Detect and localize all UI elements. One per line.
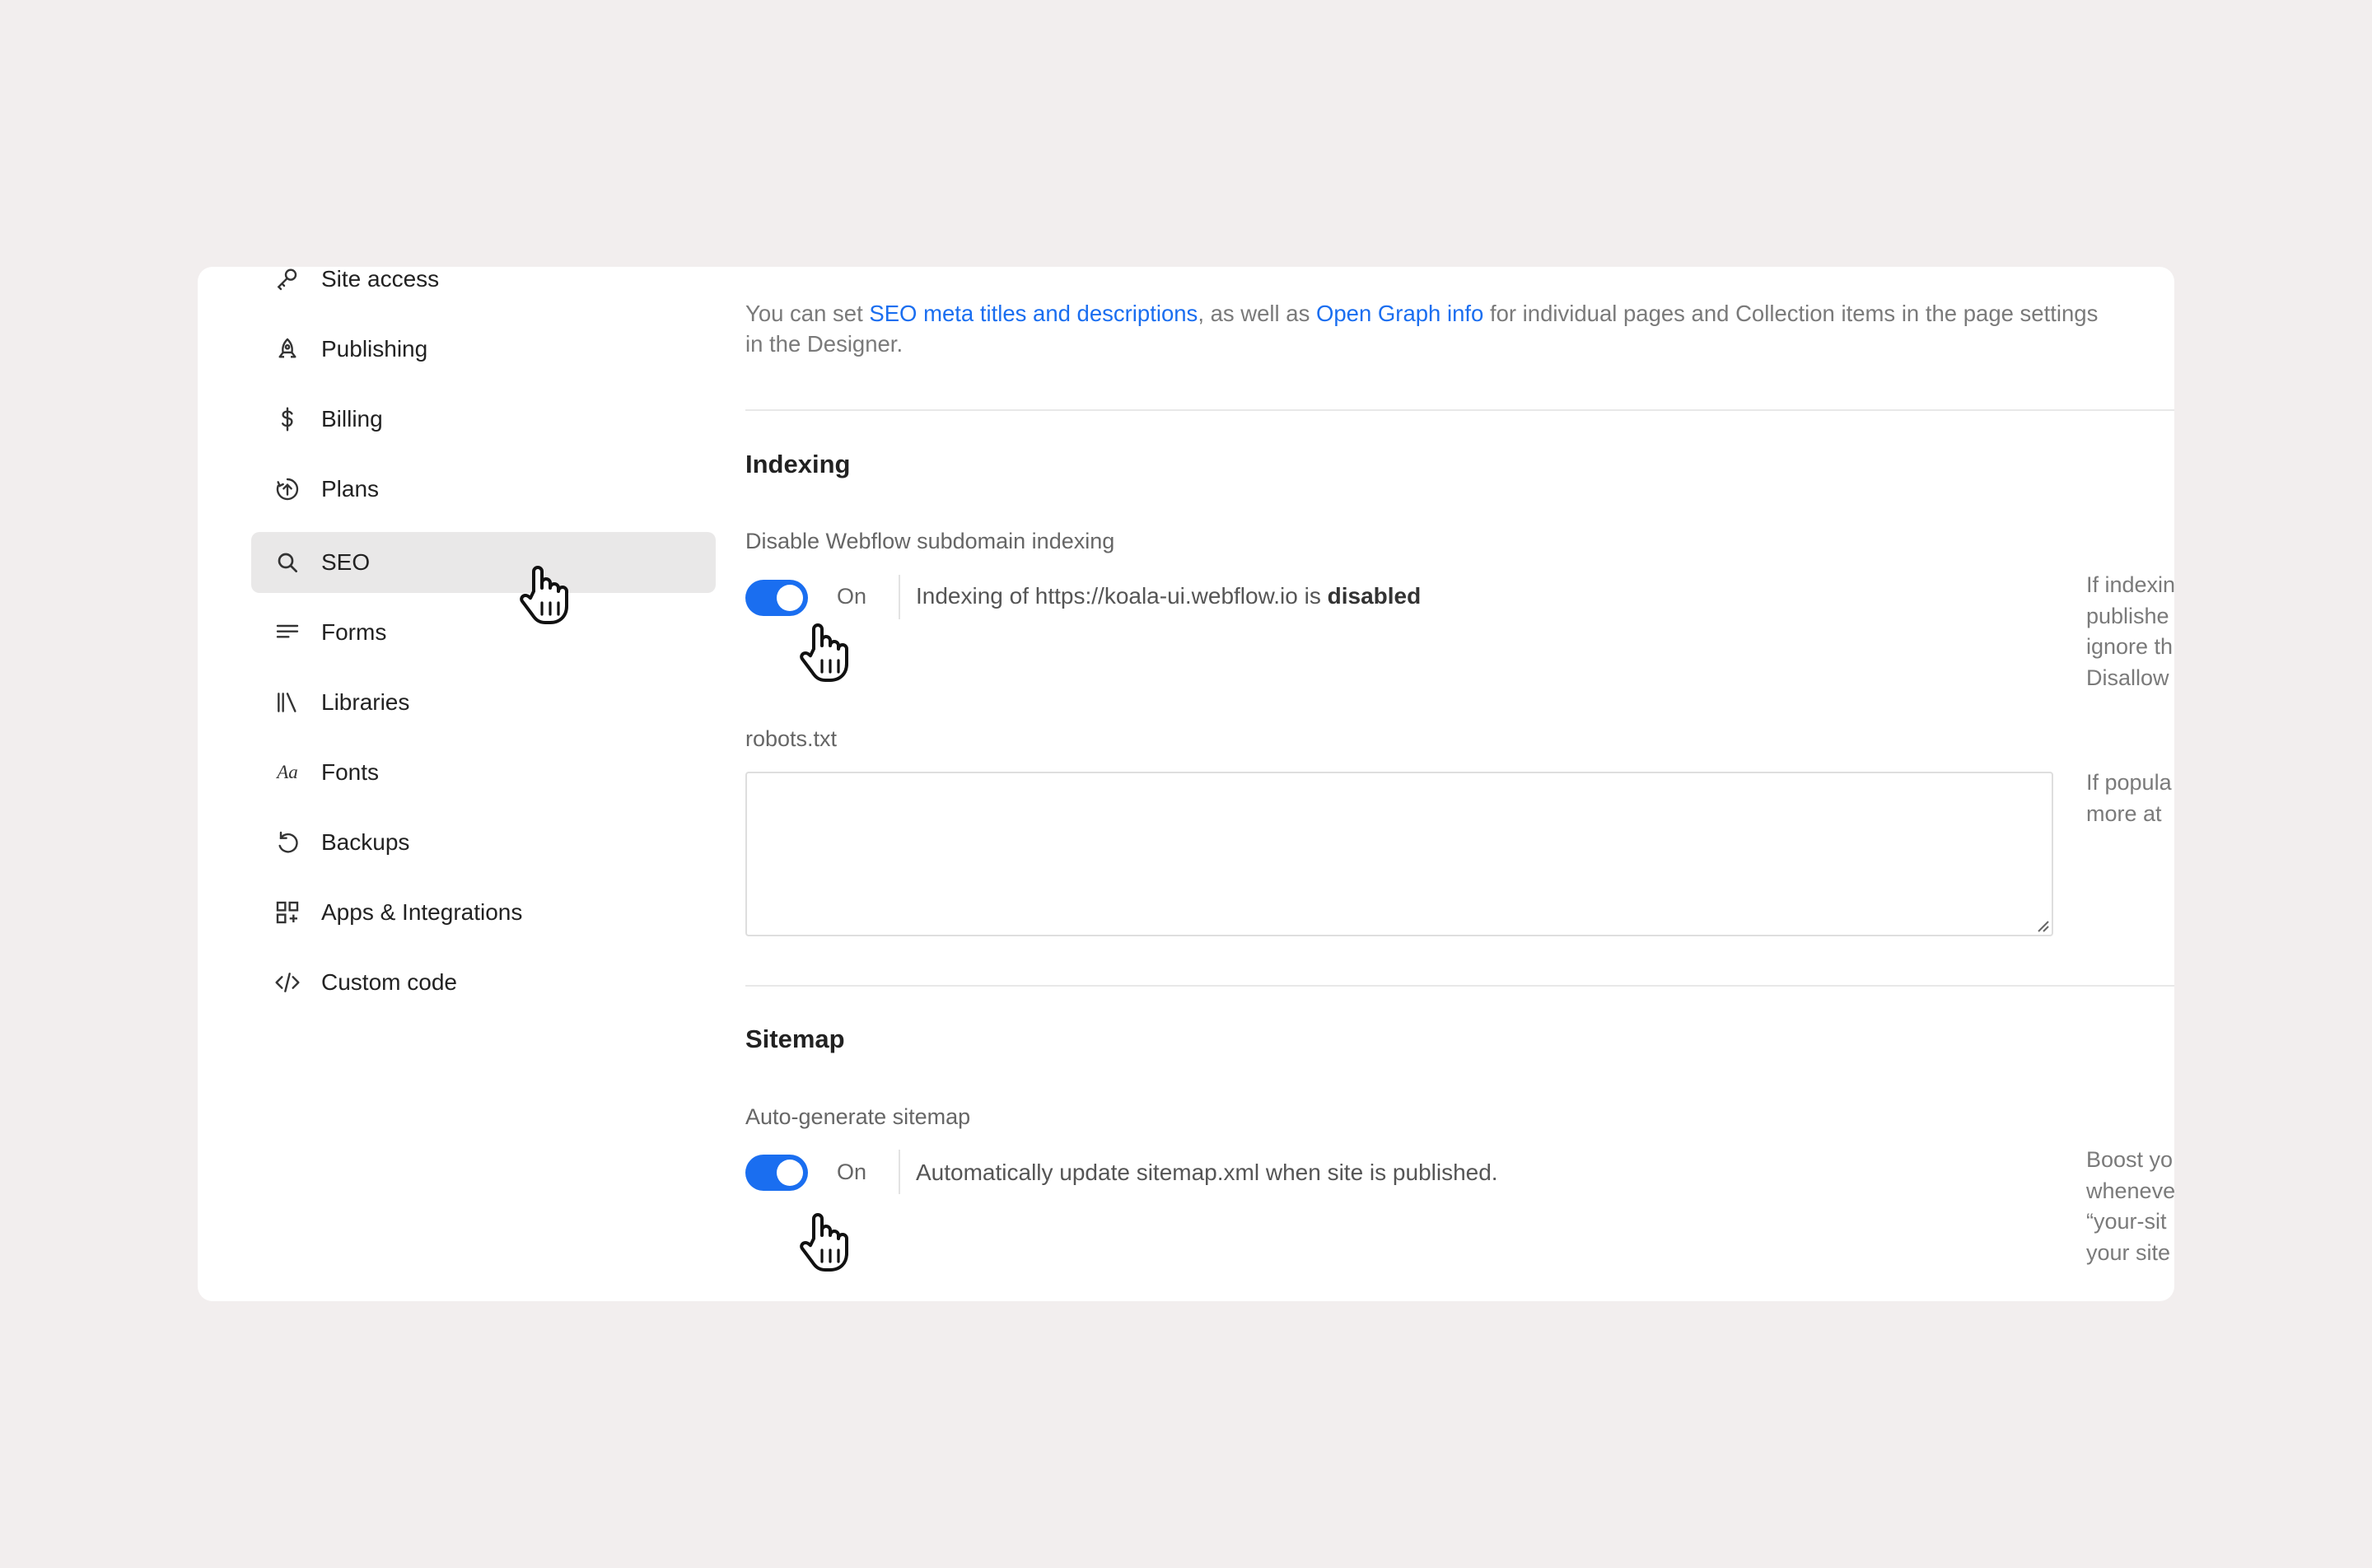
intro-text: You can set	[745, 301, 870, 326]
search-icon	[274, 549, 301, 576]
sidebar-item-label: Fonts	[321, 759, 380, 785]
sidebar-item-publishing[interactable]: Publishing	[251, 319, 716, 380]
fonts-icon-glyph: Aa	[277, 762, 298, 782]
indexing-status-prefix: Indexing of https://koala-ui.webflow.io …	[916, 583, 1328, 609]
indexing-status-value: disabled	[1327, 583, 1422, 609]
resize-grip-icon[interactable]	[2033, 917, 2050, 933]
toggle-separator	[899, 575, 900, 619]
sidebar-item-forms[interactable]: Forms	[251, 602, 716, 663]
sidebar-item-label: Apps & Integrations	[321, 899, 523, 925]
sidebar-item-apps-integrations[interactable]: Apps & Integrations	[251, 882, 716, 943]
sidebar-item-site-access[interactable]: Site access	[251, 267, 716, 310]
sitemap-description: Automatically update sitemap.xml when si…	[916, 1160, 1498, 1185]
seo-intro-text: You can set SEO meta titles and descript…	[745, 298, 2113, 359]
sidebar-item-billing[interactable]: Billing	[251, 389, 716, 450]
auto-sitemap-toggle[interactable]	[745, 1155, 808, 1191]
apps-icon	[274, 899, 301, 926]
hand-cursor-icon	[800, 623, 848, 682]
section-divider	[745, 409, 2174, 411]
sidebar-item-seo[interactable]: SEO	[251, 532, 716, 593]
sidebar-item-label: Forms	[321, 619, 387, 645]
sidebar-item-label: Billing	[321, 406, 383, 432]
sidebar-item-fonts[interactable]: Aa Fonts	[251, 742, 716, 803]
toggle-knob	[777, 585, 803, 611]
backup-icon	[274, 829, 301, 856]
section-divider	[745, 985, 2174, 987]
robots-txt-label: robots.txt	[745, 726, 838, 751]
sidebar-item-label: Publishing	[321, 336, 428, 362]
sidebar-item-label: Custom code	[321, 969, 457, 995]
seo-meta-link[interactable]: SEO meta titles and descriptions	[869, 301, 1198, 326]
sitemap-section-title: Sitemap	[745, 1024, 845, 1053]
rocket-icon	[274, 336, 301, 362]
sidebar-item-custom-code[interactable]: Custom code	[251, 952, 716, 1013]
sitemap-help-text: Boost yo wheneve “your-sit your site	[2086, 1147, 2174, 1265]
code-icon	[274, 969, 301, 996]
robots-help-text: If popula more at	[2086, 770, 2172, 826]
sidebar-item-label: Backups	[321, 829, 410, 855]
sidebar-item-plans[interactable]: Plans	[251, 459, 716, 520]
indexing-section-title: Indexing	[745, 450, 851, 478]
plans-icon	[274, 476, 301, 502]
dollar-icon	[274, 406, 301, 432]
auto-sitemap-label: Auto-generate sitemap	[745, 1104, 971, 1129]
sidebar-item-label: Libraries	[321, 689, 410, 715]
libraries-icon	[274, 689, 301, 716]
sidebar-item-label: SEO	[321, 549, 371, 575]
sidebar-item-label: Site access	[321, 267, 440, 292]
disable-indexing-label: Disable Webflow subdomain indexing	[745, 529, 1115, 553]
disable-indexing-toggle[interactable]	[745, 580, 808, 616]
toggle-knob	[777, 1160, 803, 1186]
indexing-toggle-state: On	[837, 584, 867, 609]
intro-text: , as well as	[1198, 301, 1316, 326]
toggle-separator	[899, 1150, 900, 1194]
settings-card: Site access Publishing Billing Plans SEO	[198, 267, 2174, 1301]
robots-txt-textarea[interactable]	[745, 772, 2053, 936]
indexing-status-text: Indexing of https://koala-ui.webflow.io …	[916, 583, 1421, 609]
sidebar-item-libraries[interactable]: Libraries	[251, 672, 716, 733]
indexing-help-text: If indexin publishe ignore th Disallow	[2086, 572, 2174, 690]
hand-cursor-icon	[800, 1213, 848, 1272]
sitemap-toggle-state: On	[837, 1160, 867, 1184]
sidebar-item-backups[interactable]: Backups	[251, 812, 716, 873]
forms-icon	[274, 619, 301, 646]
key-icon	[274, 267, 301, 292]
sidebar-item-label: Plans	[321, 476, 380, 502]
fonts-icon: Aa	[274, 759, 301, 786]
hand-cursor-icon	[520, 566, 568, 624]
open-graph-link[interactable]: Open Graph info	[1316, 301, 1483, 326]
